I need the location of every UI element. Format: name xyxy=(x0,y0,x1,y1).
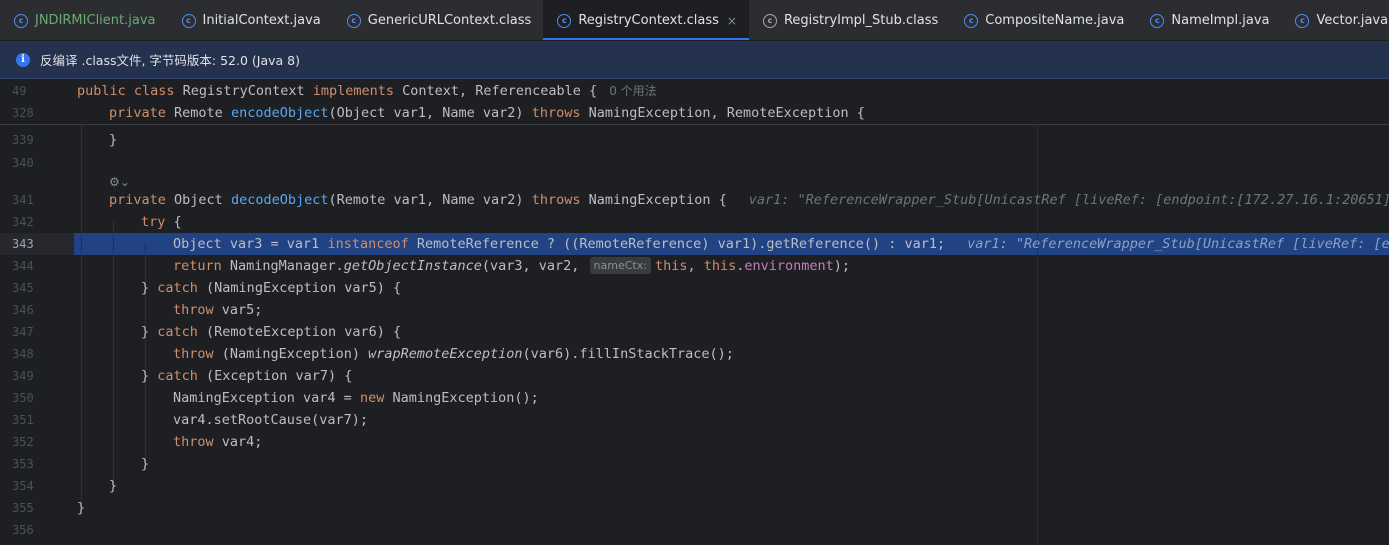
tab-label: InitialContext.java xyxy=(202,13,321,28)
code-line[interactable]: } xyxy=(141,453,149,475)
line-number: 340 xyxy=(12,156,34,170)
close-icon[interactable]: × xyxy=(727,14,737,28)
code-line[interactable]: } xyxy=(109,475,117,497)
decompiled-info-banner: i 反编译 .class文件, 字节码版本: 52.0 (Java 8) xyxy=(0,41,1389,79)
code-line[interactable]: private Object decodeObject(Remote var1,… xyxy=(109,189,1389,211)
sticky-line-class-declaration[interactable]: public class RegistryContext implements … xyxy=(77,80,657,102)
sticky-line-method-declaration[interactable]: private Remote encodeObject(Object var1,… xyxy=(109,102,865,124)
code-line[interactable]: throw (NamingException) wrapRemoteExcept… xyxy=(173,343,734,365)
line-number: 356 xyxy=(12,523,34,537)
right-margin-guide xyxy=(1037,125,1038,545)
line-number: 344 xyxy=(12,259,34,273)
tab-label: GenericURLContext.class xyxy=(367,13,532,28)
code-line[interactable]: throw var5; xyxy=(173,299,262,321)
line-number: 346 xyxy=(12,303,34,317)
usage-count-hint[interactable]: 0 个用法 xyxy=(609,84,656,98)
code-line[interactable]: return NamingManager.getObjectInstance(v… xyxy=(173,255,850,277)
code-line[interactable]: } xyxy=(109,129,117,151)
tab-label: RegistryContext.class xyxy=(578,13,719,28)
line-number: 345 xyxy=(12,281,34,295)
code-line[interactable]: try { xyxy=(141,211,182,233)
line-number: 348 xyxy=(12,347,34,361)
tab-label: CompositeName.java xyxy=(985,13,1125,28)
tab-registrycontext-class[interactable]: c RegistryContext.class × xyxy=(543,0,749,40)
code-line[interactable]: var4.setRootCause(var7); xyxy=(173,409,368,431)
code-line[interactable]: NamingException var4 = new NamingExcepti… xyxy=(173,387,539,409)
line-number: 49 xyxy=(12,84,27,98)
tab-label: JNDIRMIClient.java xyxy=(35,13,156,28)
code-line[interactable]: } catch (RemoteException var6) { xyxy=(141,321,401,343)
tab-jndirmiclient-java[interactable]: c JNDIRMIClient.java xyxy=(0,0,168,40)
line-number: 350 xyxy=(12,391,34,405)
tab-label: NameImpl.java xyxy=(1171,13,1270,28)
indent-guide xyxy=(113,221,114,487)
code-line[interactable]: throw var4; xyxy=(173,431,262,453)
line-number: 339 xyxy=(12,133,34,147)
tab-label: Vector.java xyxy=(1316,13,1389,28)
editor-tab-bar: c JNDIRMIClient.java c InitialContext.java c… xyxy=(0,0,1389,41)
line-number: 347 xyxy=(12,325,34,339)
class-icon: c xyxy=(557,13,572,28)
class-icon: c xyxy=(964,13,979,28)
line-number: 342 xyxy=(12,215,34,229)
tab-nameimpl-java[interactable]: c NameImpl.java xyxy=(1136,0,1281,40)
info-icon: i xyxy=(16,52,30,67)
line-number: 352 xyxy=(12,435,34,449)
stub-class-icon: c xyxy=(762,13,777,28)
code-line[interactable]: } catch (NamingException var5) { xyxy=(141,277,401,299)
line-number: 353 xyxy=(12,457,34,471)
class-icon: c xyxy=(1150,13,1165,28)
line-number-gutter: 49 328 339 340 341 342 343 344 345 346 3… xyxy=(0,80,46,545)
sticky-lines-separator xyxy=(0,124,1389,125)
debug-inline-value: var1: "ReferenceWrapper_Stub[UnicastRef … xyxy=(967,236,1389,252)
line-number: 351 xyxy=(12,413,34,427)
tab-vector-java[interactable]: c Vector.java xyxy=(1281,0,1389,40)
tab-initialcontext-java[interactable]: c InitialContext.java xyxy=(168,0,333,40)
code-line-current-execution[interactable]: Object var3 = var1 instanceof RemoteRefe… xyxy=(173,233,1389,255)
class-icon: c xyxy=(14,13,28,28)
tab-registryimpl-stub-class[interactable]: c RegistryImpl_Stub.class xyxy=(749,0,950,40)
tab-compositename-java[interactable]: c CompositeName.java xyxy=(950,0,1136,40)
line-number: 355 xyxy=(12,501,34,515)
tab-label: RegistryImpl_Stub.class xyxy=(783,13,939,28)
line-number: 341 xyxy=(12,193,34,207)
line-number: 328 xyxy=(12,106,34,120)
class-icon: c xyxy=(181,13,196,28)
parameter-name-hint: nameCtx: xyxy=(589,257,651,274)
class-icon: c xyxy=(1295,13,1310,28)
code-line[interactable]: } catch (Exception var7) { xyxy=(141,365,352,387)
banner-text: 反编译 .class文件, 字节码版本: 52.0 (Java 8) xyxy=(40,53,300,68)
class-icon: c xyxy=(346,13,361,28)
line-number: 343 xyxy=(12,237,34,251)
code-line[interactable]: } xyxy=(77,497,85,519)
tab-genericurlcontext-class[interactable]: c GenericURLContext.class xyxy=(333,0,544,40)
line-number: 349 xyxy=(12,369,34,383)
indent-guide xyxy=(81,125,82,510)
debug-inline-value: var1: "ReferenceWrapper_Stub[UnicastRef … xyxy=(748,192,1389,208)
line-number: 354 xyxy=(12,479,34,493)
code-editor[interactable]: 49 328 339 340 341 342 343 344 345 346 3… xyxy=(0,80,1389,545)
